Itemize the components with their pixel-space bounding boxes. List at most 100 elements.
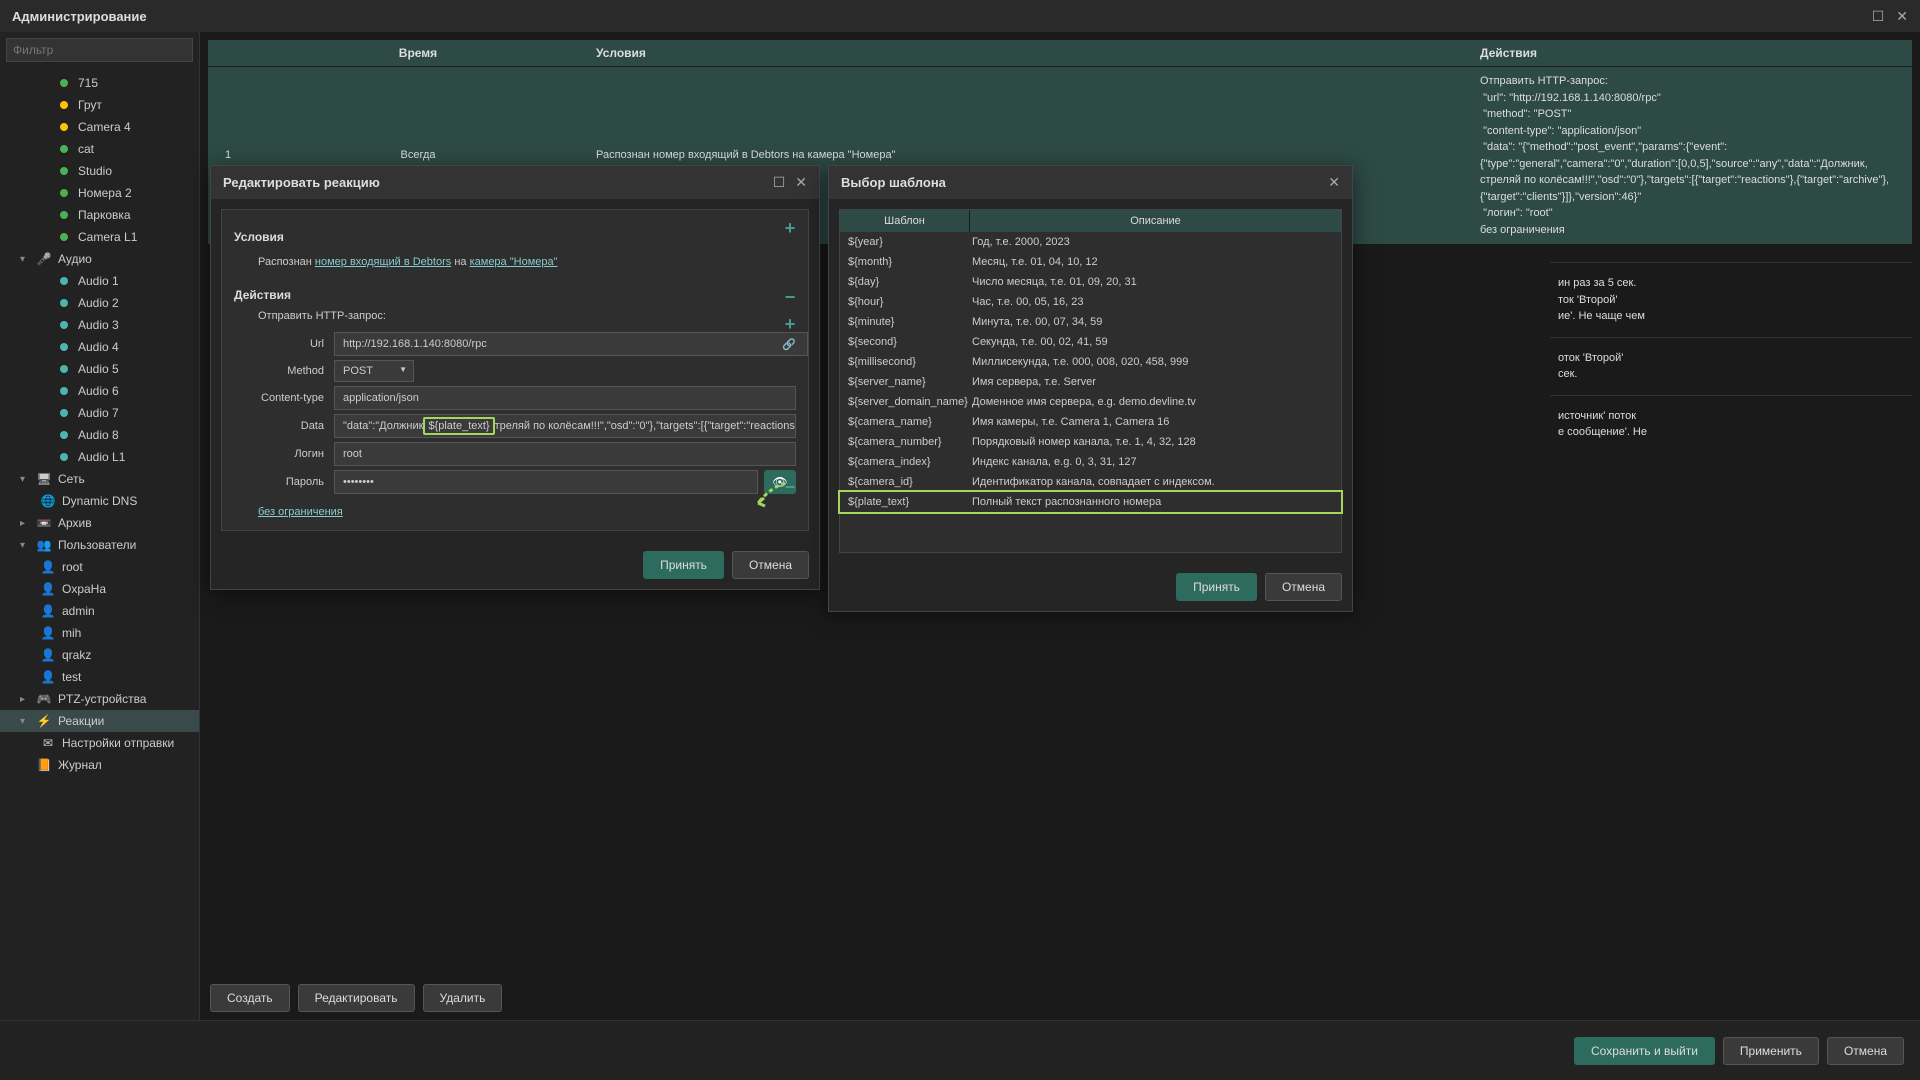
remove-condition-icon[interactable]: − <box>780 287 800 308</box>
tree-item-camera[interactable]: 715 <box>0 72 199 94</box>
tree-item-camera[interactable]: Camera L1 <box>0 226 199 248</box>
user-icon: 👤 <box>40 559 56 575</box>
cancel-button[interactable]: Отмена <box>732 551 809 579</box>
template-row[interactable]: ${server_domain_name}Доменное имя сервер… <box>840 392 1341 412</box>
condition-link-camera[interactable]: камера "Номера" <box>470 256 558 268</box>
tree-item-ddns[interactable]: 🌐 Dynamic DNS <box>0 490 199 512</box>
tree-item-user[interactable]: 👤admin <box>0 600 199 622</box>
tree-item-journal[interactable]: 📙 Журнал <box>0 754 199 776</box>
add-condition-icon[interactable]: + <box>780 218 800 239</box>
template-row[interactable]: ${minute}Минута, т.е. 00, 07, 34, 59 <box>840 312 1341 332</box>
dialog-close-icon[interactable]: ✕ <box>795 174 807 191</box>
template-name: ${camera_id} <box>848 476 972 488</box>
footer-bar: Сохранить и выйти Применить Отмена <box>0 1020 1920 1080</box>
tree-label: Audio 7 <box>78 406 119 420</box>
edit-button[interactable]: Редактировать <box>298 984 415 1012</box>
window-maximize-icon[interactable]: ☐ <box>1872 8 1885 25</box>
template-row[interactable]: ${camera_index}Индекс канала, e.g. 0, 3,… <box>840 452 1341 472</box>
delete-button[interactable]: Удалить <box>423 984 503 1012</box>
tree-item-audio[interactable]: Audio 8 <box>0 424 199 446</box>
template-row[interactable]: ${day}Число месяца, т.е. 01, 09, 20, 31 <box>840 272 1341 292</box>
accept-button[interactable]: Принять <box>643 551 724 579</box>
tree-group-ptz[interactable]: ▸ 🎮 PTZ-устройства <box>0 688 199 710</box>
template-desc: Полный текст распознанного номера <box>972 496 1333 508</box>
contenttype-input[interactable] <box>334 386 796 410</box>
tree-group-audio[interactable]: ▾ 🎤 Аудио <box>0 248 199 270</box>
network-icon: 🖥 <box>36 471 52 487</box>
cancel-button[interactable]: Отмена <box>1265 573 1342 601</box>
template-row[interactable]: ${hour}Час, т.е. 00, 05, 16, 23 <box>840 292 1341 312</box>
cancel-button[interactable]: Отмена <box>1827 1037 1904 1065</box>
user-icon: 👤 <box>40 581 56 597</box>
template-row[interactable]: ${plate_text}Полный текст распознанного … <box>838 490 1343 514</box>
tree-label: Реакции <box>58 714 104 728</box>
create-button[interactable]: Создать <box>210 984 290 1012</box>
template-row[interactable]: ${camera_number} Порядковый номер канала… <box>840 432 1341 452</box>
method-select[interactable]: POST <box>334 360 414 382</box>
tree-item-audio[interactable]: Audio 3 <box>0 314 199 336</box>
password-input[interactable] <box>334 470 758 494</box>
tree-item-audio[interactable]: Audio 2 <box>0 292 199 314</box>
data-input[interactable]: "data":"Должник${plate_text}треляй по ко… <box>334 414 796 438</box>
tree-item-audio[interactable]: Audio 1 <box>0 270 199 292</box>
accept-button[interactable]: Принять <box>1176 573 1257 601</box>
template-row[interactable]: ${second}Секунда, т.е. 00, 02, 41, 59 <box>840 332 1341 352</box>
tree-item-audio[interactable]: Audio 5 <box>0 358 199 380</box>
tree-label: Audio 2 <box>78 296 119 310</box>
dialog-maximize-icon[interactable]: ☐ <box>773 174 786 191</box>
login-label: Логин <box>234 448 334 460</box>
tree-label: Audio 8 <box>78 428 119 442</box>
template-row[interactable]: ${camera_id}Идентификатор канала, совпад… <box>840 472 1341 492</box>
tree-item-camera[interactable]: Грут <box>0 94 199 116</box>
template-desc: Месяц, т.е. 01, 04, 10, 12 <box>972 256 1333 268</box>
window-close-icon[interactable]: ✕ <box>1896 8 1908 25</box>
contenttype-label: Content-type <box>234 392 334 404</box>
status-dot-icon <box>56 119 72 135</box>
dialog-close-icon[interactable]: ✕ <box>1328 174 1340 191</box>
tree-item-audio[interactable]: Audio 7 <box>0 402 199 424</box>
tree-item-send-settings[interactable]: ✉ Настройки отправки <box>0 732 199 754</box>
tree-item-camera[interactable]: Парковка <box>0 204 199 226</box>
tree-item-user[interactable]: 👤OxpaHa <box>0 578 199 600</box>
tree-label: test <box>62 670 81 684</box>
apply-button[interactable]: Применить <box>1723 1037 1819 1065</box>
condition-link-list[interactable]: номер входящий в Debtors <box>315 256 451 268</box>
tree-label: mih <box>62 626 81 640</box>
tree-item-camera[interactable]: cat <box>0 138 199 160</box>
filter-input[interactable] <box>6 38 193 62</box>
obscured-rows: ин раз за 5 сек. ток 'Второй' ие'. Не ча… <box>1550 262 1912 453</box>
tree-item-user[interactable]: 👤qrakz <box>0 644 199 666</box>
app-title: Администрирование <box>12 9 147 24</box>
url-input[interactable] <box>334 332 808 356</box>
login-input[interactable] <box>334 442 796 466</box>
tree-group-archive[interactable]: ▸ 📼 Архив <box>0 512 199 534</box>
tree-item-user[interactable]: 👤root <box>0 556 199 578</box>
tree-item-camera[interactable]: Studio <box>0 160 199 182</box>
status-dot-icon <box>56 273 72 289</box>
template-row[interactable]: ${camera_name}Имя камеры, т.е. Camera 1,… <box>840 412 1341 432</box>
user-icon: 👤 <box>40 647 56 663</box>
tree-item-audio[interactable]: Audio L1 <box>0 446 199 468</box>
conditions-section-label: Условия <box>234 230 796 244</box>
tree-item-audio[interactable]: Audio 6 <box>0 380 199 402</box>
template-row[interactable]: ${month}Месяц, т.е. 01, 04, 10, 12 <box>840 252 1341 272</box>
reactions-icon: ⚡ <box>36 713 52 729</box>
template-row[interactable]: ${year}Год, т.е. 2000, 2023 <box>840 232 1341 252</box>
template-row[interactable]: ${server_name}Имя сервера, т.е. Server <box>840 372 1341 392</box>
tree-label: cat <box>78 142 94 156</box>
tree-group-reactions[interactable]: ▾ ⚡ Реакции <box>0 710 199 732</box>
template-row[interactable]: ${millisecond}Миллисекунда, т.е. 000, 00… <box>840 352 1341 372</box>
tree-item-audio[interactable]: Audio 4 <box>0 336 199 358</box>
status-dot-icon <box>56 449 72 465</box>
tree-item-camera[interactable]: Номера 2 <box>0 182 199 204</box>
remove-action-icon[interactable]: − <box>780 477 800 498</box>
save-and-exit-button[interactable]: Сохранить и выйти <box>1574 1037 1715 1065</box>
tree-item-camera[interactable]: Camera 4 <box>0 116 199 138</box>
tree-group-users[interactable]: ▾ 👥 Пользователи <box>0 534 199 556</box>
add-action-icon[interactable]: + <box>780 314 800 335</box>
tree-group-network[interactable]: ▾ 🖥 Сеть <box>0 468 199 490</box>
no-limit-link[interactable]: без ограничения <box>234 506 343 518</box>
tree-item-user[interactable]: 👤test <box>0 666 199 688</box>
tree-item-user[interactable]: 👤mih <box>0 622 199 644</box>
journal-icon: 📙 <box>36 757 52 773</box>
